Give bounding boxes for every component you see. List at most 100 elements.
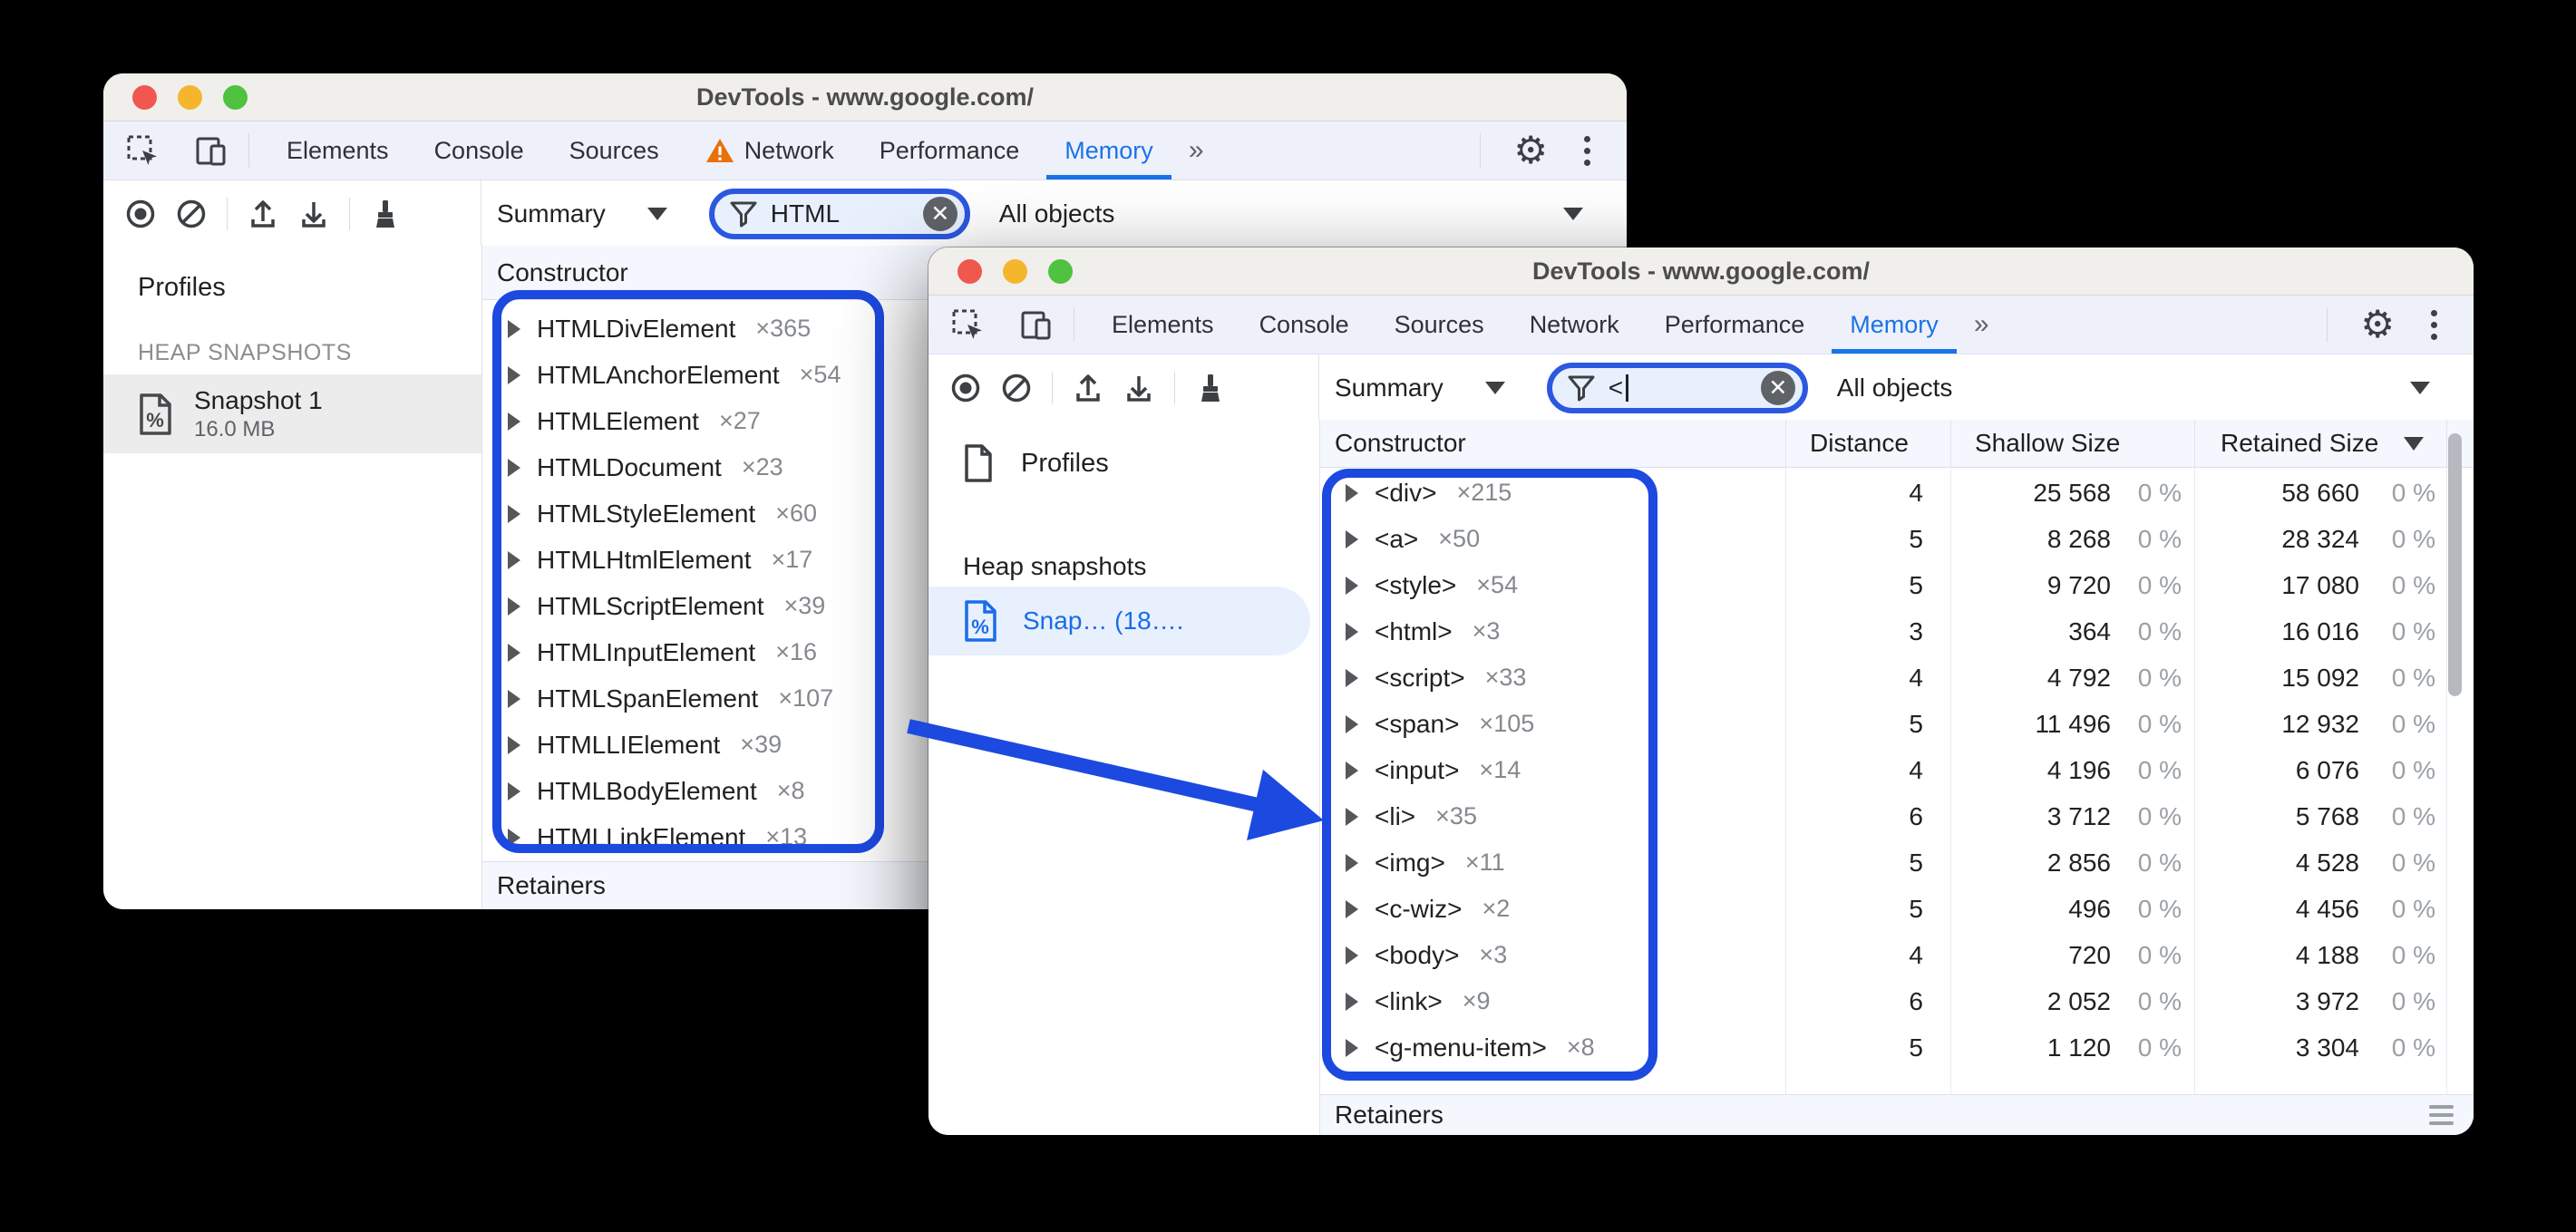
tab-elements[interactable]: Elements [264, 121, 412, 179]
disclosure-triangle-icon[interactable] [508, 643, 520, 662]
chevron-down-icon[interactable] [646, 208, 667, 220]
constructor-column-header[interactable]: Constructor [1320, 420, 1785, 467]
save-profile-icon[interactable] [291, 190, 336, 238]
tab-memory[interactable]: Memory [1042, 121, 1176, 179]
hamburger-menu-icon[interactable] [2429, 1105, 2454, 1125]
clear-filter-icon[interactable]: ✕ [922, 197, 957, 231]
kebab-menu-icon[interactable] [2427, 306, 2441, 344]
constructor-row[interactable]: <a> ×50 5 8 268 0 % 28 324 0 % [1320, 516, 2474, 562]
tab-sources[interactable]: Sources [1372, 296, 1507, 354]
record-heap-snapshot-icon[interactable] [943, 364, 988, 412]
more-tabs-button[interactable]: » [1176, 121, 1217, 179]
clear-profiles-icon[interactable] [994, 364, 1039, 412]
tab-console[interactable]: Console [412, 121, 547, 179]
retained-size-column-header[interactable]: Retained Size [2194, 420, 2446, 467]
zoom-window-button[interactable] [1048, 259, 1073, 284]
settings-gear-icon[interactable]: ⚙ [2360, 306, 2395, 344]
titlebar[interactable]: DevTools - www.google.com/ [103, 73, 1627, 121]
disclosure-triangle-icon[interactable] [508, 735, 520, 754]
constructor-row[interactable]: <style> ×54 5 9 720 0 % 17 080 0 % [1320, 562, 2474, 608]
constructor-row[interactable]: <li> ×35 6 3 712 0 % 5 768 0 % [1320, 793, 2474, 839]
inspect-element-icon[interactable] [945, 301, 990, 348]
distance-column-header[interactable]: Distance [1785, 420, 1950, 467]
perspective-select[interactable]: Summary [497, 199, 606, 228]
clear-profiles-icon[interactable] [169, 190, 214, 238]
constructor-name: HTMLDocument [537, 452, 722, 481]
disclosure-triangle-icon[interactable] [1346, 576, 1358, 595]
disclosure-triangle-icon[interactable] [508, 689, 520, 708]
disclosure-triangle-icon[interactable] [1346, 992, 1358, 1011]
snapshot-item-selected[interactable]: % Snap… (18…. [928, 587, 1310, 655]
object-filter-select[interactable]: All objects [999, 199, 1115, 228]
disclosure-triangle-icon[interactable] [1346, 807, 1358, 826]
load-profile-icon[interactable] [240, 190, 286, 238]
constructor-row[interactable]: <script> ×33 4 4 792 0 % 15 092 0 % [1320, 655, 2474, 701]
constructor-row[interactable]: <g-menu-item> ×8 5 1 120 0 % 3 304 0 % [1320, 1024, 2474, 1071]
save-profile-icon[interactable] [1116, 364, 1162, 412]
disclosure-triangle-icon[interactable] [1346, 622, 1358, 641]
disclosure-triangle-icon[interactable] [1346, 668, 1358, 687]
constructor-row[interactable]: <img> ×11 5 2 856 0 % 4 528 0 % [1320, 839, 2474, 886]
settings-gear-icon[interactable]: ⚙ [1513, 131, 1548, 170]
close-window-button[interactable] [957, 259, 982, 284]
disclosure-triangle-icon[interactable] [508, 550, 520, 569]
close-window-button[interactable] [132, 85, 157, 110]
snapshot-item[interactable]: % Snapshot 1 16.0 MB [103, 374, 481, 453]
disclosure-triangle-icon[interactable] [1346, 761, 1358, 780]
minimize-window-button[interactable] [178, 85, 202, 110]
disclosure-triangle-icon[interactable] [508, 319, 520, 338]
tab-network[interactable]: Network [1507, 296, 1642, 354]
titlebar[interactable]: DevTools - www.google.com/ [928, 247, 2474, 296]
tab-console[interactable]: Console [1237, 296, 1372, 354]
tab-performance[interactable]: Performance [1642, 296, 1828, 354]
chevron-down-icon[interactable] [1563, 208, 1583, 220]
record-heap-snapshot-icon[interactable] [118, 190, 163, 238]
tab-sources[interactable]: Sources [547, 121, 682, 179]
device-toolbar-icon[interactable] [1014, 301, 1059, 348]
tab-network[interactable]: Network [682, 121, 857, 179]
clean-garbage-icon[interactable] [363, 190, 408, 238]
chevron-down-icon[interactable] [2410, 382, 2430, 394]
tab-memory[interactable]: Memory [1827, 296, 1961, 354]
disclosure-triangle-icon[interactable] [508, 504, 520, 523]
disclosure-triangle-icon[interactable] [508, 781, 520, 800]
disclosure-triangle-icon[interactable] [508, 458, 520, 477]
constructor-row[interactable]: <html> ×3 3 364 0 % 16 016 0 % [1320, 608, 2474, 655]
clean-garbage-icon[interactable] [1188, 364, 1233, 412]
constructor-row[interactable]: <link> ×9 6 2 052 0 % 3 972 0 % [1320, 978, 2474, 1024]
disclosure-triangle-icon[interactable] [1346, 483, 1358, 502]
class-filter-input[interactable]: HTML ✕ [708, 189, 970, 239]
device-toolbar-icon[interactable] [189, 127, 234, 174]
more-tabs-button[interactable]: » [1961, 296, 2002, 354]
disclosure-triangle-icon[interactable] [508, 828, 520, 847]
zoom-window-button[interactable] [223, 85, 248, 110]
disclosure-triangle-icon[interactable] [1346, 529, 1358, 548]
constructor-row[interactable]: <body> ×3 4 720 0 % 4 188 0 % [1320, 932, 2474, 978]
shallow-size-column-header[interactable]: Shallow Size [1950, 420, 2194, 467]
vertical-scrollbar-thumb[interactable] [2448, 433, 2462, 696]
tab-performance[interactable]: Performance [857, 121, 1043, 179]
object-filter-select[interactable]: All objects [1837, 373, 1953, 403]
disclosure-triangle-icon[interactable] [1346, 853, 1358, 872]
disclosure-triangle-icon[interactable] [508, 365, 520, 384]
constructor-row[interactable]: <div> ×215 4 25 568 0 % 58 660 0 % [1320, 470, 2474, 516]
minimize-window-button[interactable] [1003, 259, 1027, 284]
retainers-pane-header[interactable]: Retainers [1320, 1094, 2474, 1135]
kebab-menu-icon[interactable] [1580, 132, 1594, 170]
disclosure-triangle-icon[interactable] [508, 412, 520, 431]
disclosure-triangle-icon[interactable] [1346, 1038, 1358, 1057]
inspect-element-icon[interactable] [120, 127, 165, 174]
clear-filter-icon[interactable]: ✕ [1760, 371, 1795, 405]
disclosure-triangle-icon[interactable] [1346, 714, 1358, 733]
constructor-row[interactable]: <c-wiz> ×2 5 496 0 % 4 456 0 % [1320, 886, 2474, 932]
class-filter-input[interactable]: < ✕ [1546, 363, 1808, 413]
perspective-select[interactable]: Summary [1335, 373, 1444, 403]
chevron-down-icon[interactable] [1484, 382, 1505, 394]
disclosure-triangle-icon[interactable] [1346, 946, 1358, 965]
disclosure-triangle-icon[interactable] [508, 597, 520, 616]
constructor-row[interactable]: <span> ×105 5 11 496 0 % 12 932 0 % [1320, 701, 2474, 747]
disclosure-triangle-icon[interactable] [1346, 899, 1358, 918]
constructor-row[interactable]: <input> ×14 4 4 196 0 % 6 076 0 % [1320, 747, 2474, 793]
tab-elements[interactable]: Elements [1089, 296, 1237, 354]
load-profile-icon[interactable] [1065, 364, 1111, 412]
